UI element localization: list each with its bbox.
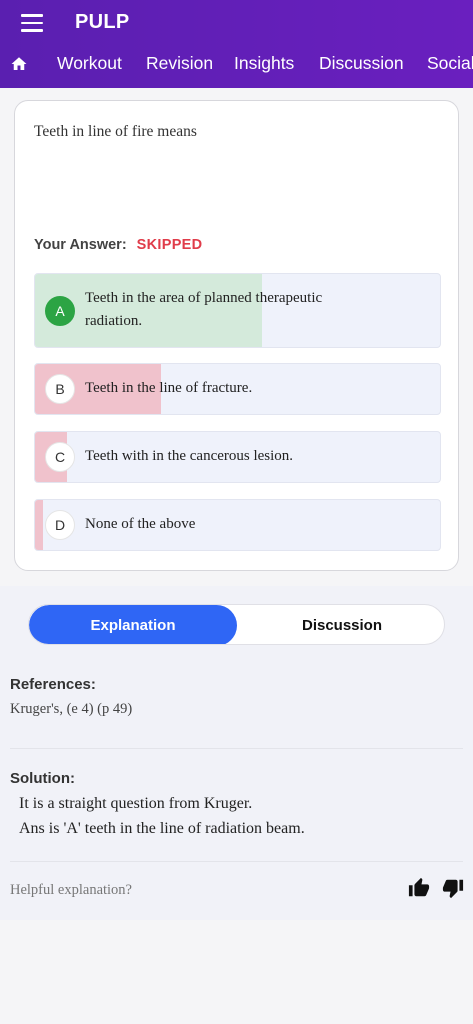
tab-explanation[interactable]: Explanation: [29, 605, 237, 644]
hamburger-menu-icon[interactable]: [21, 14, 43, 32]
option-d[interactable]: D None of the above: [34, 499, 441, 551]
option-a-text: Teeth in the area of planned therapeutic…: [85, 290, 323, 329]
option-d-share-bar: [35, 500, 44, 550]
option-c[interactable]: C Teeth with in the cancerous lesion.: [34, 431, 441, 483]
option-b-badge: B: [45, 374, 75, 404]
your-answer-status: SKIPPED: [136, 237, 203, 253]
nav-tab-insights[interactable]: Insights: [234, 53, 294, 74]
app-bar: PULP Workout Revision Insights Discussio…: [0, 0, 473, 88]
option-b[interactable]: B Teeth in the line of fracture.: [34, 363, 441, 415]
tab-discussion[interactable]: Discussion: [238, 605, 444, 644]
option-d-text: None of the above: [85, 516, 196, 532]
nav-tab-workout[interactable]: Workout: [57, 53, 122, 74]
option-a-badge: A: [45, 296, 75, 326]
thumbs-down-icon[interactable]: [442, 877, 464, 899]
your-answer-row: Your Answer: SKIPPED: [34, 237, 202, 253]
app-title: PULP: [75, 11, 130, 33]
option-d-badge: D: [45, 510, 75, 540]
option-a[interactable]: A Teeth in the area of planned therapeut…: [34, 273, 441, 348]
helpful-prompt: Helpful explanation?: [10, 882, 132, 898]
solution-line-1: It is a straight question from Kruger.: [19, 795, 253, 812]
solution-title: Solution:: [10, 770, 75, 787]
home-icon[interactable]: [10, 55, 28, 73]
explanation-discussion-toggle: Explanation Discussion: [28, 604, 445, 645]
nav-tab-discussion[interactable]: Discussion: [319, 53, 404, 74]
explanation-panel: Explanation Discussion References: Kruge…: [0, 586, 473, 920]
nav-tab-revision[interactable]: Revision: [146, 53, 213, 74]
question-card: Teeth in line of fire means Your Answer:…: [14, 100, 459, 571]
nav-tab-social[interactable]: Social: [427, 53, 473, 74]
solution-line-2: Ans is 'A' teeth in the line of radiatio…: [19, 820, 305, 837]
your-answer-label: Your Answer:: [34, 237, 127, 253]
thumbs-up-icon[interactable]: [408, 877, 430, 899]
question-text: Teeth in line of fire means: [34, 123, 197, 140]
option-c-badge: C: [45, 442, 75, 472]
divider: [10, 748, 463, 749]
references-text: Kruger's, (e 4) (p 49): [10, 701, 133, 717]
references-title: References:: [10, 676, 96, 693]
divider: [10, 861, 463, 862]
option-b-text: Teeth in the line of fracture.: [85, 380, 253, 396]
option-c-text: Teeth with in the cancerous lesion.: [85, 448, 294, 464]
